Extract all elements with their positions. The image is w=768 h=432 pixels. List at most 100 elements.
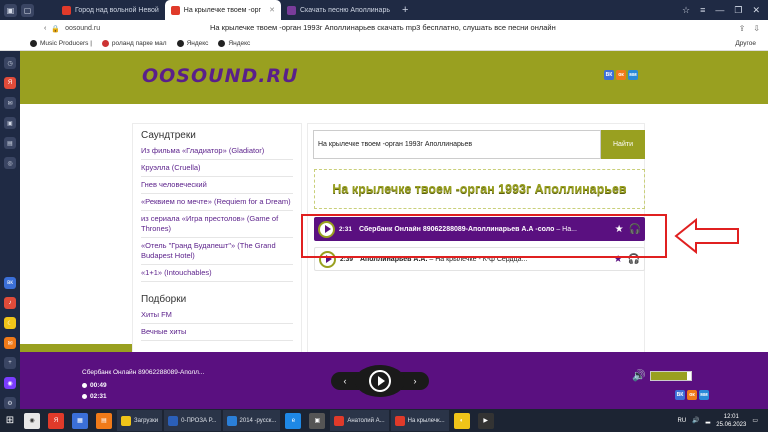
sidebar-link[interactable]: «Отель "Гранд Будапешт"» (The Grand Buda… [141, 240, 293, 265]
bookmark-3[interactable]: Яндекс [176, 40, 209, 47]
messages-icon[interactable]: ✉ [4, 97, 16, 109]
taskbar-app[interactable]: Анатолий А... [330, 410, 389, 431]
taskbar-app-active[interactable]: На крылечк... [390, 410, 449, 431]
media-player-icon[interactable]: ◉ [24, 412, 40, 429]
bookmark-icon [30, 40, 37, 47]
tray-app-icon[interactable]: ▶ [477, 412, 494, 429]
taskbar-app[interactable]: 0-ПРОЗА Р... [164, 410, 221, 431]
bookmarks-bar: Music Producers | роланд парке мал Яндек… [0, 37, 768, 51]
play-icon [369, 370, 391, 392]
clock-time: 12:01 [723, 413, 739, 420]
collections-icon[interactable]: ▢ [21, 3, 34, 17]
bookmark-label: Music Producers | [40, 40, 92, 47]
speaker-icon[interactable]: 🔊 [632, 369, 646, 382]
tabs-menu-icon[interactable]: ▣ [4, 3, 17, 17]
alice-icon[interactable]: ◉ [4, 377, 16, 389]
yandex-app-icon [334, 415, 345, 426]
yandex-icon[interactable]: Я [4, 77, 16, 89]
sidebar-link[interactable]: «1+1» (Intouchables) [141, 267, 293, 282]
close-window-icon[interactable]: ✕ [752, 5, 760, 16]
vk-icon[interactable]: ВК [675, 390, 685, 400]
share-icon[interactable]: ⇪ [739, 24, 746, 33]
mail-side-icon[interactable]: ✉ [4, 337, 16, 349]
tab-1[interactable]: Город над вольной Невой [56, 0, 165, 20]
volume-slider[interactable] [649, 370, 692, 381]
maximize-icon[interactable]: ❐ [734, 5, 742, 16]
app-icon[interactable]: ▣ [309, 412, 326, 429]
search-button[interactable]: Найти [601, 130, 645, 159]
settings-icon[interactable]: ⚙ [4, 397, 16, 409]
url-field[interactable]: ‹ 🔒 oosound.ru [44, 25, 100, 33]
windows-taskbar: ⊞ ◉ Я ▦ ▤ Загрузки 0-ПРОЗА Р... 2014 -ру… [0, 409, 768, 432]
bookmark-4[interactable]: Яндекс [218, 40, 250, 47]
new-tab-button[interactable]: + [396, 4, 414, 16]
moimir-icon[interactable]: мм [699, 390, 709, 400]
search-input[interactable] [313, 130, 601, 159]
close-tab-icon[interactable]: ✕ [269, 6, 275, 14]
clock[interactable]: 12:01 25.06.2023 [716, 413, 746, 429]
bell-icon[interactable]: ◎ [4, 157, 16, 169]
system-tray: RU 🔊 ▂ 12:01 25.06.2023 ▭ [678, 413, 768, 429]
camera-icon[interactable]: ▣ [4, 117, 16, 129]
tray-app-icon[interactable]: ◐ [453, 412, 470, 429]
next-icon[interactable]: › [401, 372, 429, 390]
sidebar-link[interactable]: Гнев человеческий [141, 179, 293, 194]
address-bar: ‹ 🔒 oosound.ru На крылечке твоем -орган … [0, 20, 768, 37]
red-highlight-box [301, 214, 667, 258]
moon-icon[interactable]: ☾ [4, 317, 16, 329]
bookmark-1[interactable]: Music Producers | [30, 40, 92, 47]
files-icon[interactable]: ▤ [96, 412, 112, 429]
tab-2-active[interactable]: На крылечке твоем -орг ✕ [164, 0, 281, 20]
bookmark-label: Яндекс [186, 40, 209, 47]
tab-3[interactable]: Скачать песню Аполлинарь [281, 0, 396, 20]
screen: ▣ ▢ Город над вольной Невой На крылечке … [0, 0, 768, 432]
sidebar-link[interactable]: Вечные хиты [141, 326, 293, 341]
language-indicator[interactable]: RU [678, 418, 687, 424]
taskbar-app[interactable]: 2014 -русск... [222, 410, 281, 431]
sidebar-link[interactable]: из сериала «Игра престолов» (Game of Thr… [141, 213, 293, 238]
back-icon[interactable]: ‹ [44, 25, 46, 32]
moimir-icon[interactable]: мм [628, 70, 638, 80]
add-icon[interactable]: + [4, 357, 16, 369]
windows-start-icon[interactable]: ⊞ [0, 409, 20, 432]
notifications-icon[interactable]: ▭ [752, 417, 758, 424]
download-icon[interactable]: ⇩ [753, 24, 760, 33]
odnoklassniki-icon[interactable]: ок [687, 390, 697, 400]
red-arrow-icon [674, 217, 739, 255]
minimize-icon[interactable]: — [715, 5, 724, 16]
explorer-icon[interactable]: ▦ [72, 412, 88, 429]
sidebar-link[interactable]: Хиты FM [141, 309, 293, 324]
taskbar-app[interactable]: Загрузки [117, 410, 163, 431]
bookmark-icon[interactable]: ☆ [682, 5, 690, 16]
site-logo[interactable]: OOSOUND.RU [142, 65, 299, 87]
bookmark-2[interactable]: роланд парке мал [101, 40, 167, 47]
history-icon[interactable]: ◷ [4, 57, 16, 69]
total-time: 02:31 [82, 393, 107, 400]
ie-icon[interactable]: e [285, 412, 302, 429]
play-pause-button[interactable] [355, 365, 405, 397]
bookmark-icon [218, 40, 226, 47]
elapsed-time-text: 00:49 [90, 382, 107, 389]
volume-tray-icon[interactable]: 🔊 [692, 417, 699, 424]
now-playing-title: Сбербанк Онлайн 89062288089-Аполл... [82, 369, 205, 376]
sidebar-link[interactable]: «Реквием по мечте» (Requiem for a Dream) [141, 196, 293, 211]
network-icon[interactable]: ▂ [706, 417, 711, 424]
music-side-icon[interactable]: ♪ [4, 297, 16, 309]
header-socials: ВК ок мм [604, 70, 638, 80]
tab-3-label: Скачать песню Аполлинарь [299, 6, 390, 14]
tab-bar-controls: ▣ ▢ [0, 3, 56, 17]
bookmark-label: роланд парке мал [111, 40, 167, 47]
vk-side-icon[interactable]: вк [4, 277, 16, 289]
site-favicon-icon [170, 5, 180, 15]
yandex-browser-icon[interactable]: Я [48, 412, 64, 429]
tab-1-label: Город над вольной Невой [75, 6, 159, 14]
menu-icon[interactable]: ≡ [700, 5, 705, 16]
odnoklassniki-icon[interactable]: ок [616, 70, 626, 80]
calendar-icon[interactable]: ▤ [4, 137, 16, 149]
sidebar-link[interactable]: Круэлла (Cruella) [141, 162, 293, 177]
vk-icon[interactable]: ВК [604, 70, 614, 80]
taskbar-app-label: Загрузки [134, 417, 159, 424]
page-heading-box: На крылечке твоем -орган 1993г Аполлинар… [314, 169, 645, 209]
other-bookmarks[interactable]: Другое [735, 40, 756, 47]
sidebar-link[interactable]: Из фильма «Гладиатор» (Gladiator) [141, 145, 293, 160]
